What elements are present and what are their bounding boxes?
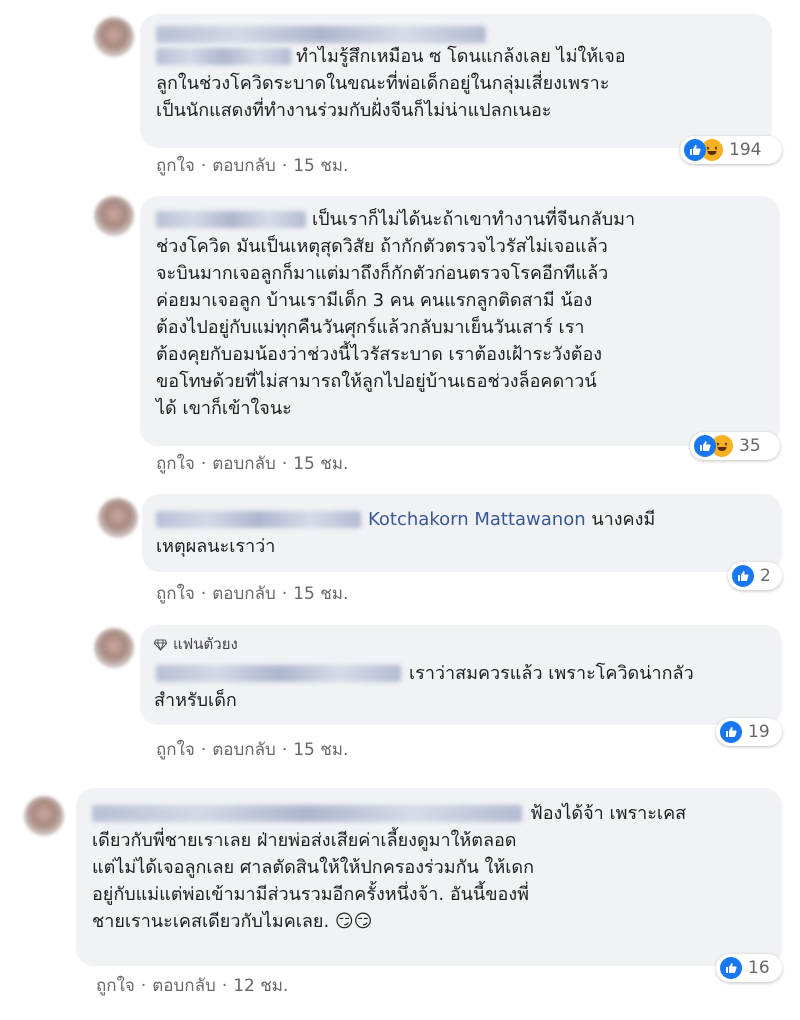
reaction-count: 16 [748,958,770,978]
comment-timestamp[interactable]: 12 ชม. [233,972,288,999]
separator-dot: · [200,584,207,604]
reaction-count: 194 [729,140,762,160]
comment-timestamp[interactable]: 15 ชม. [293,450,348,477]
separator-dot: · [200,156,207,176]
commenter-avatar[interactable] [94,628,134,668]
reply-link[interactable]: ตอบกลับ [212,450,276,477]
comment-actions: ถูกใจ · ตอบกลับ · 15 ชม. [156,736,348,763]
mentioned-user-link[interactable]: Kotchakorn Mattawanon [368,509,586,530]
like-reaction-icon [720,957,742,979]
blurred-mention [156,48,291,65]
comment-timestamp[interactable]: 15 ชม. [293,736,348,763]
reaction-summary[interactable]: 35 [690,432,780,460]
reply-link[interactable]: ตอบกลับ [212,580,276,607]
comment-timestamp[interactable]: 15 ชม. [293,152,348,179]
separator-dot: · [281,740,288,760]
reaction-summary[interactable]: 16 [716,954,782,982]
separator-dot: · [200,740,207,760]
separator-dot: · [200,454,207,474]
reply-link[interactable]: ตอบกลับ [212,736,276,763]
comment-actions: ถูกใจ · ตอบกลับ · 12 ชม. [96,972,288,999]
badge-label: แฟนตัวยง [173,635,238,653]
like-link[interactable]: ถูกใจ [96,972,135,999]
like-link[interactable]: ถูกใจ [156,580,195,607]
separator-dot: · [221,976,228,996]
blurred-commenter-name[interactable] [156,26,486,43]
comment-actions: ถูกใจ · ตอบกลับ · 15 ชม. [156,580,348,607]
separator-dot: · [281,454,288,474]
comment-bubble: ทำไมรู้สึกเหมือน ซ โดนแกล้งเลย ไม่ให้เจอ… [140,14,772,148]
reaction-count: 35 [739,436,761,456]
like-link[interactable]: ถูกใจ [156,736,195,763]
comment-bubble: เป็นเราก็ไม่ได้นะถ้าเขาทำงานที่จีนกลับมา… [140,196,780,446]
reaction-count: 2 [760,566,771,586]
like-link[interactable]: ถูกใจ [156,152,195,179]
like-link[interactable]: ถูกใจ [156,450,195,477]
blurred-commenter-name[interactable] [92,805,522,822]
comment-bubble: Kotchakorn Mattawanon นางคงมี เหตุผลนะเร… [142,494,782,572]
comment-bubble: แฟนตัวยง เราว่าสมควรแล้ว เพราะโควิดน่ากล… [140,625,782,725]
commenter-avatar[interactable] [98,498,138,538]
diamond-icon [154,639,167,651]
blurred-commenter-name[interactable] [156,511,361,528]
blurred-commenter-name[interactable] [156,665,401,682]
reply-link[interactable]: ตอบกลับ [152,972,216,999]
comment-text: เป็นเราก็ไม่ได้นะถ้าเขาทำงานที่จีนกลับมา… [156,209,636,419]
like-reaction-icon [732,565,754,587]
commenter-avatar[interactable] [94,17,134,57]
separator-dot: · [281,156,288,176]
like-reaction-icon [720,721,742,743]
reply-link[interactable]: ตอบกลับ [212,152,276,179]
reaction-summary[interactable]: 194 [680,136,782,164]
reaction-count: 19 [748,722,770,742]
separator-dot: · [140,976,147,996]
like-reaction-icon [694,435,716,457]
comment-actions: ถูกใจ · ตอบกลับ · 15 ชม. [156,450,348,477]
top-fan-badge[interactable]: แฟนตัวยง [154,631,768,658]
separator-dot: · [281,584,288,604]
comment-actions: ถูกใจ · ตอบกลับ · 15 ชม. [156,152,348,179]
blurred-commenter-name[interactable] [156,211,306,228]
like-reaction-icon [684,139,706,161]
reaction-summary[interactable]: 19 [716,718,782,746]
commenter-avatar[interactable] [24,796,64,836]
commenter-avatar[interactable] [94,196,134,236]
comment-timestamp[interactable]: 15 ชม. [293,580,348,607]
comment-bubble: ฟ้องได้จ้า เพราะเคส เดียวกับพี่ชายเราเลย… [76,788,782,966]
reaction-summary[interactable]: 2 [728,562,782,590]
